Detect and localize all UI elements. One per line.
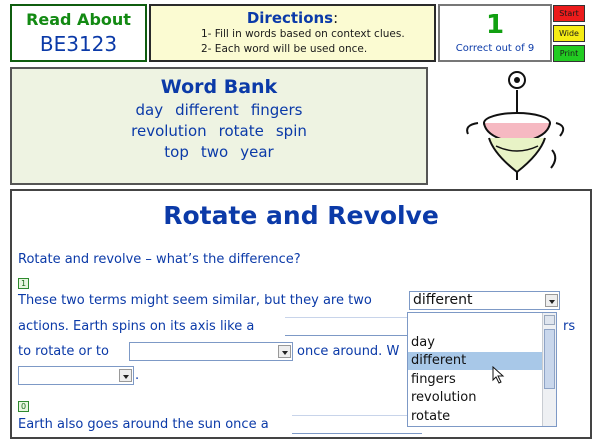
dropdown-option[interactable]: fingers	[408, 371, 544, 389]
directions-colon: :	[333, 9, 339, 27]
paragraph-number: 1	[18, 278, 29, 289]
chevron-down-icon[interactable]	[545, 294, 558, 307]
direction-1: 1- Fill in words based on context clues.	[201, 28, 405, 40]
spinning-top-illustration	[466, 71, 565, 180]
start-button[interactable]: Start	[553, 5, 585, 22]
chevron-down-icon[interactable]	[119, 369, 132, 382]
word-bank-row-1: day different fingers	[12, 101, 426, 119]
answer-dropdown-list[interactable]: day different fingers revolution rotate	[407, 312, 557, 427]
mouse-cursor-icon	[492, 366, 505, 384]
read-about-box: Read About BE3123	[10, 4, 147, 62]
answer-select-1-value: different	[413, 292, 473, 308]
print-button[interactable]: Print	[553, 45, 585, 62]
paragraph-1-line-2-end: rs	[563, 319, 576, 334]
answer-select-4[interactable]	[18, 366, 134, 385]
paragraph-1-line-3-end: once around. W	[297, 344, 400, 359]
dropdown-option[interactable]: rotate	[408, 408, 544, 426]
lesson-code: BE3123	[39, 32, 118, 56]
read-about-label: Read About	[26, 10, 131, 29]
score-box: 1 Correct out of 9	[438, 4, 552, 62]
answer-select-5[interactable]	[292, 415, 422, 434]
paragraph-1-line-3: to rotate or to	[18, 344, 109, 359]
dropdown-option[interactable]: day	[408, 334, 544, 352]
word-bank-word: top	[164, 143, 189, 161]
word-bank-word: day	[135, 101, 164, 119]
word-bank-word: year	[240, 143, 274, 161]
word-bank-word: spin	[275, 122, 307, 140]
scroll-up-icon[interactable]	[544, 315, 555, 325]
word-bank-word: fingers	[250, 101, 303, 119]
paragraph-1-line-1: These two terms might seem similar, but …	[18, 293, 372, 308]
paragraph-1-period: .	[135, 368, 140, 383]
word-bank-word: revolution	[131, 122, 207, 140]
score-value: 1	[485, 10, 505, 40]
directions-box: Directions: 1- Fill in words based on co…	[149, 4, 436, 62]
scrollbar-thumb[interactable]	[544, 329, 555, 389]
word-bank-word: two	[200, 143, 229, 161]
score-label: Correct out of 9	[455, 43, 535, 54]
word-bank-row-3: top two year	[12, 143, 426, 161]
dropdown-scrollbar[interactable]	[542, 313, 556, 426]
article-title: Rotate and Revolve	[163, 201, 439, 230]
wide-button[interactable]: Wide	[553, 25, 585, 42]
word-bank-word: different	[175, 101, 239, 119]
dropdown-option-selected[interactable]: different	[408, 352, 544, 370]
word-bank-row-2: revolution rotate spin	[12, 122, 426, 140]
directions-title: Directions:	[151, 9, 434, 27]
chevron-down-icon[interactable]	[278, 345, 291, 358]
paragraph-1-line-2: actions. Earth spins on its axis like a	[18, 319, 255, 334]
answer-select-3[interactable]	[129, 342, 293, 361]
direction-2: 2- Each word will be used once.	[201, 43, 368, 55]
directions-title-text: Directions	[246, 9, 334, 27]
dropdown-option[interactable]: revolution	[408, 389, 544, 407]
article-intro: Rotate and revolve – what’s the differen…	[18, 252, 301, 267]
answer-select-2[interactable]	[285, 317, 409, 336]
paragraph-number: 0	[18, 401, 29, 412]
paragraph-2-line-1: Earth also goes around the sun once a	[18, 417, 269, 432]
word-bank-word: rotate	[218, 122, 264, 140]
answer-select-1[interactable]: different	[409, 291, 560, 310]
word-bank: Word Bank day different fingers revolution…	[10, 67, 428, 185]
word-bank-title: Word Bank	[160, 76, 278, 98]
